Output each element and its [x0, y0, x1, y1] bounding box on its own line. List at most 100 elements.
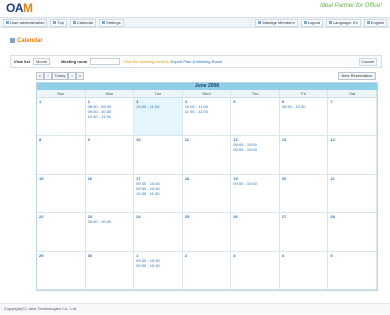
- user-admin-button[interactable]: User administration: [3, 19, 48, 27]
- top-button[interactable]: Top: [50, 19, 67, 27]
- brand-bar: OAM Ideal Partner for Office!: [0, 0, 390, 15]
- day-cell[interactable]: 24: [134, 213, 183, 252]
- event-link[interactable]: 10:30 - 11:30: [88, 114, 132, 119]
- event-link[interactable]: 09:30 - 10:30: [282, 104, 326, 109]
- event-link[interactable]: 09:00 - 10:00: [233, 181, 277, 186]
- day-cell[interactable]: 30: [85, 251, 135, 290]
- day-cell[interactable]: 10: [134, 136, 183, 175]
- day-cell[interactable]: 14: [328, 136, 377, 175]
- day-cell[interactable]: 1 09:30 - 10:30 09:30 - 10:30: [134, 251, 183, 290]
- event-link[interactable]: 11:00 - 12:00: [185, 109, 229, 114]
- day-cell[interactable]: 5: [328, 251, 377, 290]
- day-number[interactable]: 2: [185, 253, 229, 258]
- prev-year-button[interactable]: «: [36, 72, 44, 80]
- day-cell[interactable]: 16: [85, 174, 135, 214]
- cancel-button[interactable]: Cancel: [358, 58, 377, 66]
- day-number[interactable]: 28: [330, 214, 374, 219]
- day-cell[interactable]: 9: [85, 136, 135, 175]
- page-title: Calendar: [10, 38, 43, 44]
- event-link[interactable]: 10:30 - 11:30: [136, 191, 180, 196]
- weekday-label: Fri: [280, 90, 329, 97]
- day-number[interactable]: 22: [39, 214, 83, 219]
- toolbar-icon: [6, 21, 9, 25]
- day-cell[interactable]: 11: [182, 136, 232, 175]
- day-cell[interactable]: 29: [37, 251, 86, 290]
- day-cell[interactable]: 3: [231, 251, 280, 290]
- day-cell[interactable]: 22: [37, 213, 86, 252]
- weekday-label: Sat: [328, 90, 377, 97]
- next-year-button[interactable]: »: [76, 72, 84, 80]
- event-link[interactable]: 09:30 - 10:30: [136, 263, 180, 268]
- settings-button[interactable]: Settings: [99, 19, 124, 27]
- day-cell[interactable]: 19 09:00 - 10:00: [231, 174, 280, 214]
- english-button[interactable]: English: [363, 19, 387, 27]
- prev-month-button[interactable]: ‹: [44, 72, 52, 80]
- day-cell[interactable]: 3 10:00 - 11:00: [134, 98, 183, 137]
- next-month-button[interactable]: ›: [68, 72, 76, 80]
- manage-members-button[interactable]: Manage Members: [255, 19, 298, 27]
- day-cell[interactable]: 13: [279, 136, 329, 175]
- day-cell[interactable]: 5: [231, 98, 280, 137]
- day-number[interactable]: 21: [330, 176, 374, 181]
- day-number[interactable]: 30: [88, 253, 132, 258]
- logout-button[interactable]: Logout: [300, 19, 323, 27]
- day-cell[interactable]: 28: [328, 213, 377, 252]
- day-number[interactable]: 16: [88, 176, 132, 181]
- day-cell[interactable]: 2 08:30 - 09:30 09:30 - 10:30 10:30 - 11:30: [85, 98, 135, 137]
- language-select[interactable]: Language: En: [325, 19, 361, 27]
- day-cell[interactable]: 12 09:00 - 10:00 09:00 - 10:00: [231, 136, 280, 175]
- day-cell[interactable]: 18: [182, 174, 232, 214]
- weekday-label: Sun: [37, 90, 86, 97]
- day-number[interactable]: 25: [185, 214, 229, 219]
- day-number[interactable]: 15: [39, 176, 83, 181]
- day-number[interactable]: 8: [39, 137, 83, 142]
- day-cell[interactable]: 4 10:00 - 11:00 11:00 - 12:00: [182, 98, 232, 137]
- day-cell[interactable]: 17 09:30 - 10:30 09:30 - 10:30 10:30 - 11:3…: [134, 174, 183, 214]
- calendar-button[interactable]: Calendar: [69, 19, 97, 27]
- day-number[interactable]: 3: [233, 253, 277, 258]
- day-cell[interactable]: 21: [328, 174, 377, 214]
- day-cell[interactable]: 6 09:30 - 10:30: [279, 98, 329, 137]
- export-link[interactable]: Export Plan & Meeting Room: [171, 59, 223, 64]
- day-number[interactable]: 24: [136, 214, 180, 219]
- day-cell[interactable]: 20: [279, 174, 329, 214]
- day-number[interactable]: 1: [39, 99, 83, 104]
- day-number[interactable]: 14: [330, 137, 374, 142]
- event-link[interactable]: 10:00 - 11:00: [136, 104, 180, 109]
- day-number[interactable]: 11: [185, 137, 229, 142]
- day-number[interactable]: 13: [282, 137, 326, 142]
- day-number[interactable]: 10: [136, 137, 180, 142]
- new-reservation-button[interactable]: New Reservation: [337, 72, 376, 80]
- view-mode-select[interactable]: Month: [32, 58, 51, 65]
- day-cell[interactable]: 27: [279, 213, 329, 252]
- day-cell[interactable]: 1: [37, 98, 86, 137]
- day-number[interactable]: 26: [233, 214, 277, 219]
- day-number[interactable]: 20: [282, 176, 326, 181]
- day-cell[interactable]: 8: [37, 136, 86, 175]
- day-number[interactable]: 29: [39, 253, 83, 258]
- weekday-label: Wed: [183, 90, 232, 97]
- day-number[interactable]: 7: [330, 99, 374, 104]
- day-number[interactable]: 5: [330, 253, 374, 258]
- day-number[interactable]: 9: [88, 137, 132, 142]
- app-logo[interactable]: OAM: [6, 1, 33, 15]
- today-button[interactable]: Today: [52, 72, 68, 80]
- event-link[interactable]: 09:30 - 10:30: [88, 219, 132, 224]
- day-cell[interactable]: 23 09:30 - 10:30: [85, 213, 135, 252]
- meeting-room-select[interactable]: [90, 58, 121, 65]
- day-number[interactable]: 18: [185, 176, 229, 181]
- day-cell[interactable]: 25: [182, 213, 232, 252]
- day-cell[interactable]: 26: [231, 213, 280, 252]
- day-cell[interactable]: 4: [279, 251, 329, 290]
- day-cell[interactable]: 2: [182, 251, 232, 290]
- toolbar-icon: [303, 21, 307, 25]
- day-number[interactable]: 4: [282, 253, 326, 258]
- event-link[interactable]: 09:00 - 10:00: [233, 147, 277, 152]
- calendar-grid: 1 2 08:30 - 09:30 09:30 - 10:30 10:30 - 11:3…: [37, 98, 377, 290]
- day-cell[interactable]: 7: [328, 98, 377, 137]
- legend-text: Click the meeting name to Export Plan & …: [123, 59, 223, 64]
- day-number[interactable]: 5: [233, 99, 277, 104]
- day-cell[interactable]: 15: [37, 174, 86, 214]
- month-title: June 2008: [37, 83, 377, 90]
- day-number[interactable]: 27: [282, 214, 326, 219]
